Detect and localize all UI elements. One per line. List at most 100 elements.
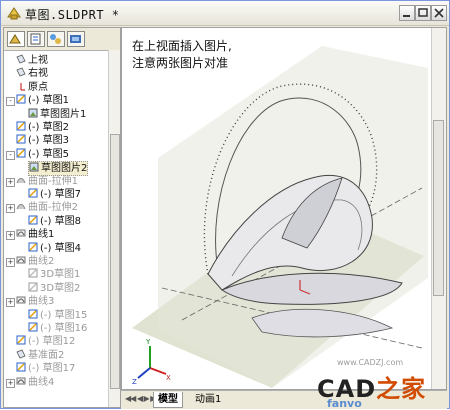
tree-item[interactable]: 上视 bbox=[16, 54, 48, 67]
tree-item[interactable]: 右视 bbox=[16, 67, 48, 80]
sketch-icon bbox=[16, 362, 28, 374]
close-icon bbox=[434, 8, 444, 18]
tree-item-label: 曲线4 bbox=[28, 376, 55, 388]
tree-item[interactable]: 草图图片1 bbox=[28, 108, 86, 121]
minimize-icon bbox=[403, 15, 410, 17]
tree-item[interactable]: (-) 草图1 bbox=[16, 94, 69, 107]
tree-item-label: 曲线3 bbox=[28, 296, 55, 308]
panel-tabs bbox=[4, 28, 120, 51]
tree-scrollbar[interactable] bbox=[108, 50, 120, 407]
tree-item-label: (-) 草图12 bbox=[28, 336, 76, 348]
tree-expander[interactable]: - bbox=[6, 150, 15, 160]
tree-item-label: (-) 草图5 bbox=[28, 148, 69, 160]
sketch-icon bbox=[16, 121, 28, 133]
watermark-brand-b: 之家 bbox=[376, 375, 427, 403]
tree-item[interactable]: (-) 草图5 bbox=[16, 148, 69, 161]
tree-expander[interactable]: + bbox=[6, 378, 15, 388]
tree-expander[interactable]: + bbox=[6, 258, 15, 267]
dimxpert-icon bbox=[70, 35, 81, 43]
maximize-icon bbox=[418, 8, 428, 17]
tree-item[interactable]: 曲线4 bbox=[16, 376, 54, 389]
model-view[interactable]: Y X Z bbox=[122, 28, 434, 389]
tree-item[interactable]: 基准面2 bbox=[16, 349, 64, 362]
tree-item[interactable]: (-) 草图16 bbox=[28, 322, 87, 335]
tree-item[interactable]: (-) 草图12 bbox=[16, 335, 75, 348]
note-line-1: 在上视面插入图片, bbox=[132, 39, 232, 53]
tree-scrollbar-thumb[interactable] bbox=[110, 134, 120, 389]
tree-item-label: (-) 草图15 bbox=[40, 309, 88, 321]
tree-item[interactable]: 曲线3 bbox=[16, 295, 54, 308]
view-triad-icon[interactable]: Y X Z bbox=[132, 338, 171, 386]
tree-item[interactable]: (-) 草图17 bbox=[16, 362, 75, 375]
curve-icon bbox=[16, 296, 28, 307]
tree-item[interactable]: 原点 bbox=[16, 81, 48, 94]
tree-item-label: 曲线1 bbox=[28, 229, 55, 241]
tree-item-label: (-) 草图3 bbox=[28, 135, 69, 147]
tree-expander[interactable]: + bbox=[6, 298, 15, 308]
dimxpert-tab[interactable] bbox=[67, 31, 85, 47]
tree-item-label: (-) 草图16 bbox=[40, 323, 88, 334]
picture-icon bbox=[29, 162, 41, 174]
graphics-area[interactable]: Y X Z 在上视面插入图片, 注意两张图片对准 bbox=[121, 27, 447, 390]
feature-manager-panel: 上视 右视 原点 - (-) 草图1 草图图片1 (-) 草图2 (-) 草图3 - (-) 草图… bbox=[3, 27, 121, 408]
tree-item[interactable]: 3D草图1 bbox=[28, 268, 80, 281]
sketch-icon bbox=[16, 148, 28, 160]
tree-expander[interactable]: + bbox=[6, 204, 15, 214]
tree-expander[interactable]: + bbox=[6, 177, 15, 187]
tree-item-label: 曲面-拉伸1 bbox=[28, 175, 78, 187]
sketch-icon bbox=[28, 215, 40, 227]
tab-motion[interactable]: 动画1 bbox=[191, 392, 225, 407]
feature-manager-tab[interactable] bbox=[7, 31, 25, 47]
tree-item[interactable]: (-) 草图3 bbox=[16, 134, 69, 147]
sketch-icon bbox=[28, 322, 40, 334]
svg-text:Z: Z bbox=[132, 378, 137, 386]
tree-item[interactable]: 曲面-拉伸2 bbox=[16, 201, 78, 214]
tree-item[interactable]: 曲线2 bbox=[16, 255, 54, 268]
tree-item-label: 上视 bbox=[28, 55, 48, 66]
tree-item-label: (-) 草图7 bbox=[40, 189, 81, 200]
tree-item-label: (-) 草图1 bbox=[28, 95, 69, 107]
tree-item[interactable]: (-) 草图2 bbox=[16, 121, 69, 134]
plane-icon bbox=[16, 54, 28, 66]
viewport-scrollbar-thumb[interactable] bbox=[433, 120, 444, 296]
surface-icon bbox=[16, 202, 28, 213]
tree-item-label: 基准面2 bbox=[28, 349, 65, 361]
close-button[interactable] bbox=[431, 5, 447, 21]
maximize-button[interactable] bbox=[415, 5, 431, 21]
tree-item[interactable]: 曲面-拉伸1 bbox=[16, 175, 78, 188]
tab-model[interactable]: 模型 bbox=[153, 392, 183, 408]
minimize-button[interactable] bbox=[399, 5, 415, 21]
tree-item[interactable]: (-) 草图4 bbox=[28, 242, 81, 255]
tree-item[interactable]: 曲线1 bbox=[16, 228, 54, 241]
tree-item-label: (-) 草图17 bbox=[28, 363, 76, 375]
curve-icon bbox=[16, 256, 28, 267]
window-title: 草图.SLDPRT * bbox=[25, 8, 120, 22]
tree-item-label: 草图图片1 bbox=[40, 108, 87, 120]
origin-icon bbox=[16, 82, 28, 93]
tree-item-label: (-) 草图2 bbox=[28, 122, 69, 133]
svg-text:X: X bbox=[166, 374, 171, 382]
tree-item-label: 曲面-拉伸2 bbox=[28, 202, 78, 214]
feature-manager-icon bbox=[9, 34, 21, 44]
tree-item-label: (-) 草图4 bbox=[40, 242, 81, 254]
sketch-icon bbox=[28, 188, 40, 200]
tree-item[interactable]: 3D草图2 bbox=[28, 282, 80, 295]
property-manager-tab[interactable] bbox=[27, 31, 45, 47]
part-document-icon bbox=[7, 7, 21, 20]
title-bar[interactable]: 草图.SLDPRT * bbox=[1, 1, 449, 26]
configuration-manager-icon bbox=[50, 34, 61, 44]
plane-icon bbox=[16, 349, 28, 361]
feature-tree: 上视 右视 原点 - (-) 草图1 草图图片1 (-) 草图2 (-) 草图3 - (-) 草图… bbox=[4, 52, 108, 407]
tree-item[interactable]: (-) 草图15 bbox=[28, 309, 87, 322]
tree-expander[interactable]: - bbox=[6, 97, 15, 107]
tree-expander[interactable]: + bbox=[6, 231, 15, 241]
plane-icon bbox=[16, 67, 28, 79]
tree-item[interactable]: (-) 草图7 bbox=[28, 188, 81, 201]
configuration-manager-tab[interactable] bbox=[47, 31, 65, 47]
instruction-note: 在上视面插入图片, 注意两张图片对准 bbox=[132, 38, 232, 72]
viewport-scrollbar[interactable] bbox=[431, 28, 446, 389]
sketch3d-icon bbox=[28, 282, 40, 294]
tree-item-label: 草图图片2 bbox=[41, 163, 88, 175]
picture-icon bbox=[28, 108, 40, 120]
tree-item[interactable]: (-) 草图8 bbox=[28, 215, 81, 228]
